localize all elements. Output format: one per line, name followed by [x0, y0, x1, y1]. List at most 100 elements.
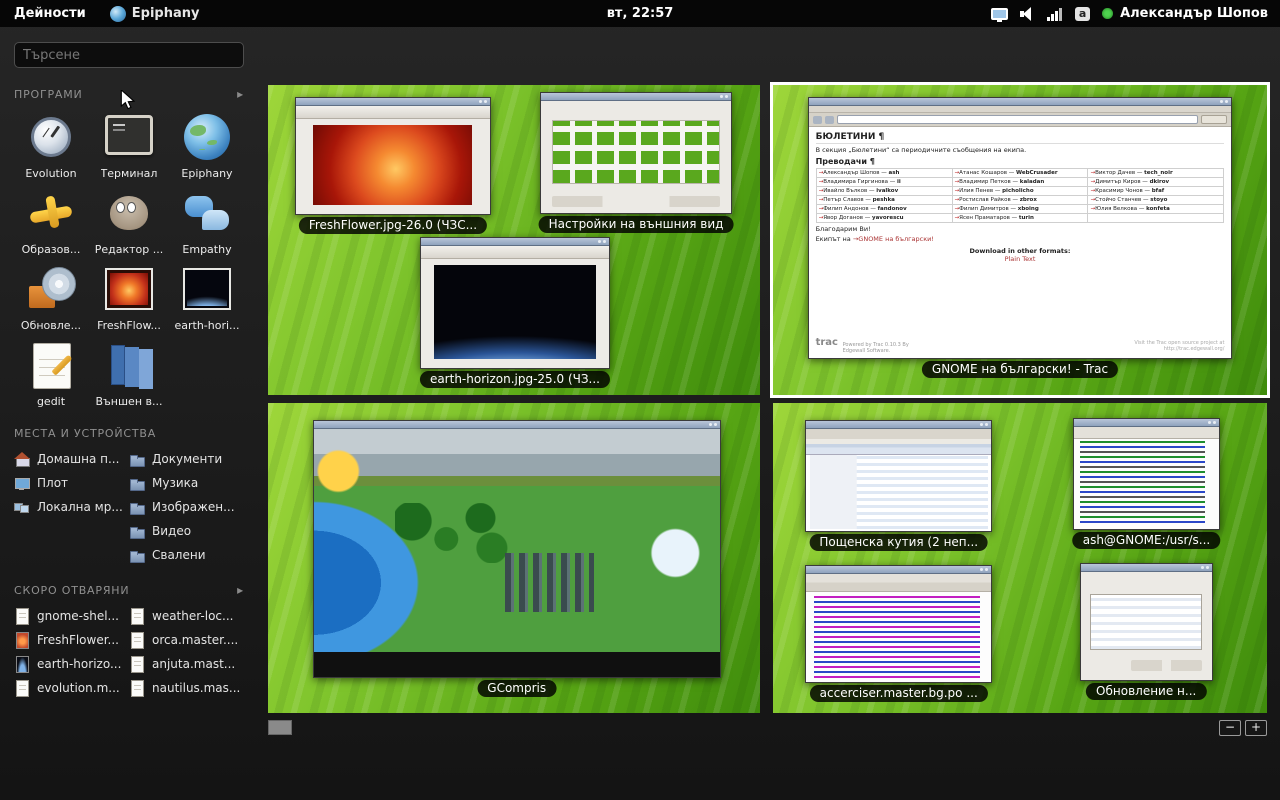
- window-thumbnail[interactable]: [295, 97, 491, 215]
- app-item[interactable]: gedit: [14, 338, 88, 408]
- mouse-cursor: [120, 90, 136, 110]
- window-thumbnail[interactable]: [313, 420, 721, 678]
- activities-button[interactable]: Дейности: [0, 0, 100, 27]
- app-menu-label: Epiphany: [132, 6, 200, 21]
- places-list: Домашна п... Плот Локална мр... Документ…: [14, 449, 244, 564]
- window-thumbnail[interactable]: [805, 565, 992, 683]
- gnome-shell-overview: Дейности Epiphany вт, 22:57 Александър Ш…: [0, 0, 1280, 800]
- list-item-icon: [14, 656, 30, 672]
- app-label: earth-hori...: [174, 319, 239, 332]
- list-item[interactable]: Свалени: [129, 545, 244, 564]
- list-item-label: Плот: [37, 476, 68, 490]
- volume-icon[interactable]: [1019, 6, 1036, 21]
- app-icon: [180, 186, 234, 240]
- workspace-3[interactable]: GCompris: [268, 403, 760, 713]
- app-item[interactable]: Empathy: [170, 186, 244, 256]
- app-item[interactable]: Epiphany: [170, 110, 244, 180]
- app-label: gedit: [37, 395, 65, 408]
- workspace-switcher-handle[interactable]: [268, 720, 292, 735]
- app-item[interactable]: Образов...: [14, 186, 88, 256]
- back-icon: [813, 116, 822, 124]
- programs-expand-arrow-icon[interactable]: ▸: [237, 87, 244, 101]
- list-item-label: Видео: [152, 524, 191, 538]
- status-icon-area: [991, 6, 1090, 21]
- remove-workspace-button[interactable]: −: [1219, 720, 1241, 736]
- list-item[interactable]: earth-horizo...: [14, 654, 129, 673]
- places-title: МЕСТА И УСТРОЙСТВА: [14, 427, 156, 440]
- window-title-label: FreshFlower.jpg-26.0 (ЧЗС...: [299, 217, 487, 234]
- list-item[interactable]: nautilus.mas...: [129, 678, 244, 697]
- list-item[interactable]: Домашна п...: [14, 449, 129, 468]
- online-status-icon: [1102, 8, 1113, 19]
- recent-expand-arrow-icon[interactable]: ▸: [237, 583, 244, 597]
- recent-list: gnome-shel... FreshFlower... earth-horiz…: [14, 606, 244, 697]
- list-item[interactable]: Локална мр...: [14, 497, 129, 516]
- list-item[interactable]: FreshFlower...: [14, 630, 129, 649]
- programs-title: ПРОГРАМИ: [14, 88, 83, 101]
- workspace-controls: − +: [1219, 720, 1267, 736]
- address-bar: [837, 115, 1199, 124]
- window-thumbnail[interactable]: [805, 420, 992, 532]
- list-item[interactable]: anjuta.mast...: [129, 654, 244, 673]
- places-col1: Домашна п... Плот Локална мр...: [14, 449, 129, 564]
- top-bar: Дейности Epiphany вт, 22:57 Александър Ш…: [0, 0, 1280, 27]
- recent-col1: gnome-shel... FreshFlower... earth-horiz…: [14, 606, 129, 697]
- window-thumbnail[interactable]: [420, 237, 610, 369]
- list-item-icon: [14, 475, 30, 491]
- list-item[interactable]: Музика: [129, 473, 244, 492]
- app-item[interactable]: Външен в...: [92, 338, 166, 408]
- window-titlebar: [806, 421, 991, 429]
- workspace-1[interactable]: FreshFlower.jpg-26.0 (ЧЗС...Настройки на…: [268, 85, 760, 395]
- list-item-icon: [129, 475, 145, 491]
- app-icon: [102, 262, 156, 316]
- app-icon: [180, 262, 234, 316]
- clock[interactable]: вт, 22:57: [607, 6, 674, 21]
- input-method-icon[interactable]: [1075, 7, 1090, 21]
- list-item[interactable]: Плот: [14, 473, 129, 492]
- list-item[interactable]: evolution.m...: [14, 678, 129, 697]
- app-icon: [24, 110, 78, 164]
- window-thumbnail[interactable]: [1073, 418, 1220, 530]
- list-item[interactable]: Видео: [129, 521, 244, 540]
- app-icon: [24, 186, 78, 240]
- display-icon[interactable]: [991, 8, 1008, 20]
- epiphany-app-icon: [110, 6, 126, 22]
- browser-toolbar: [809, 113, 1232, 127]
- window-content: [806, 574, 991, 682]
- window-titlebar: [541, 93, 731, 101]
- list-item[interactable]: orca.master....: [129, 630, 244, 649]
- app-label: Epiphany: [181, 167, 232, 180]
- list-item[interactable]: gnome-shel...: [14, 606, 129, 625]
- window-title-label: Обновление н...: [1086, 683, 1206, 700]
- window-thumbnail[interactable]: [540, 92, 732, 214]
- list-item[interactable]: Документи: [129, 449, 244, 468]
- window-thumbnail[interactable]: БЮЛЕТИНИ ¶В секция „Бюлетини“ са периоди…: [808, 97, 1233, 359]
- window-thumbnail[interactable]: [1080, 563, 1213, 681]
- app-item[interactable]: Терминал: [92, 110, 166, 180]
- places-section-header: МЕСТА И УСТРОЙСТВА: [14, 427, 244, 440]
- workspaces-area: FreshFlower.jpg-26.0 (ЧЗС...Настройки на…: [268, 85, 1268, 713]
- list-item-label: weather-loc...: [152, 609, 233, 623]
- app-icon: [180, 110, 234, 164]
- app-item[interactable]: Редактор ...: [92, 186, 166, 256]
- add-workspace-button[interactable]: +: [1245, 720, 1267, 736]
- search-input[interactable]: [14, 42, 244, 68]
- workspace-4[interactable]: Пощенска кутия (2 неп...ash@GNOME:/usr/s…: [773, 403, 1267, 713]
- workspace-2[interactable]: БЮЛЕТИНИ ¶В секция „Бюлетини“ са периоди…: [773, 85, 1267, 395]
- list-item-icon: [129, 499, 145, 515]
- app-item[interactable]: earth-hori...: [170, 262, 244, 332]
- window-title-label: GCompris: [477, 680, 556, 697]
- user-menu[interactable]: Александър Шопов: [1102, 6, 1268, 21]
- list-item-label: evolution.m...: [37, 681, 120, 695]
- list-item-label: Музика: [152, 476, 198, 490]
- network-signal-icon[interactable]: [1047, 6, 1064, 21]
- list-item[interactable]: Изображен...: [129, 497, 244, 516]
- app-item[interactable]: FreshFlow...: [92, 262, 166, 332]
- app-item[interactable]: Evolution: [14, 110, 88, 180]
- list-item-icon: [129, 451, 145, 467]
- list-item-icon: [129, 632, 145, 648]
- app-menu-button[interactable]: Epiphany: [100, 6, 210, 22]
- list-item[interactable]: weather-loc...: [129, 606, 244, 625]
- app-item[interactable]: Обновле...: [14, 262, 88, 332]
- app-icon: [102, 338, 156, 392]
